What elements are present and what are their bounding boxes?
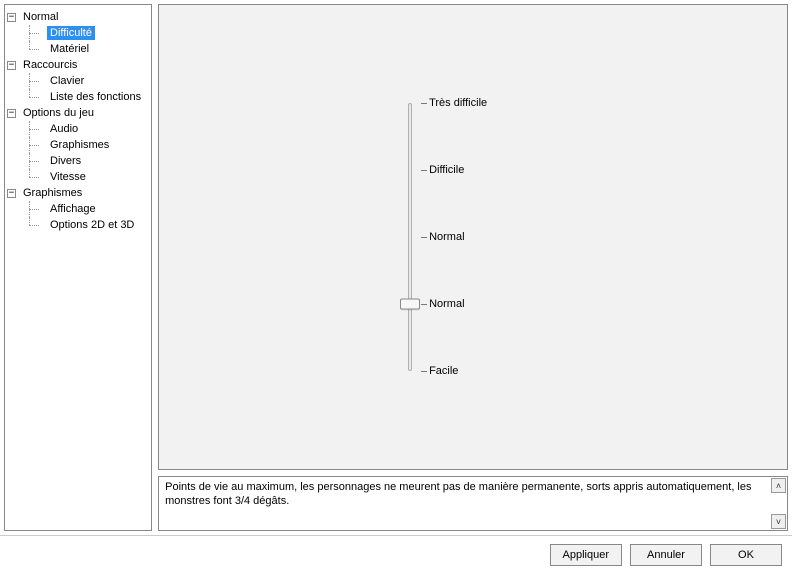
collapse-icon[interactable]: − (7, 13, 16, 22)
slider-label: Facile (429, 365, 458, 377)
tree-node-label: Options du jeu (20, 106, 97, 120)
scroll-down-icon[interactable]: ˅ (771, 514, 786, 529)
tree-node-raccourcis[interactable]: − Raccourcis (7, 57, 149, 73)
tree-node-label: Liste des fonctions (47, 90, 144, 104)
tree-node-materiel[interactable]: Matériel (7, 41, 149, 57)
difficulty-panel: Très difficile Difficile Normal Normal F… (158, 4, 788, 470)
slider-label: Difficile (429, 164, 464, 176)
tree-node-label: Vitesse (47, 170, 89, 184)
tree-node-normal[interactable]: − Normal (7, 9, 149, 25)
tree-node-vitesse[interactable]: Vitesse (7, 169, 149, 185)
description-text: Points de vie au maximum, les personnage… (159, 477, 770, 530)
tree-node-label: Options 2D et 3D (47, 218, 137, 232)
tree-node-label: Matériel (47, 42, 92, 56)
tree-node-affichage[interactable]: Affichage (7, 201, 149, 217)
tree-node-label: Difficulté (47, 26, 95, 40)
tree-node-label: Audio (47, 122, 81, 136)
options-tree[interactable]: − Normal Difficulté (4, 4, 152, 531)
collapse-icon[interactable]: − (7, 61, 16, 70)
ok-button[interactable]: OK (710, 544, 782, 566)
tree-node-liste-fonctions[interactable]: Liste des fonctions (7, 89, 149, 105)
tree-node-audio[interactable]: Audio (7, 121, 149, 137)
tree-node-label: Normal (20, 10, 61, 24)
tree-node-divers[interactable]: Divers (7, 153, 149, 169)
tree-node-label: Raccourcis (20, 58, 80, 72)
tree-node-graphismes-sub[interactable]: Graphismes (7, 137, 149, 153)
slider-thumb[interactable] (400, 299, 420, 310)
tree-node-options-jeu[interactable]: − Options du jeu (7, 105, 149, 121)
tree-node-label: Clavier (47, 74, 87, 88)
slider-label: Normal (429, 298, 464, 310)
description-panel: Points de vie au maximum, les personnage… (158, 476, 788, 531)
tree-node-label: Divers (47, 154, 84, 168)
slider-label: Très difficile (429, 97, 487, 109)
difficulty-slider[interactable] (397, 97, 423, 377)
collapse-icon[interactable]: − (7, 189, 16, 198)
tree-node-label: Graphismes (20, 186, 85, 200)
tree-node-graphismes[interactable]: − Graphismes (7, 185, 149, 201)
tree-node-label: Graphismes (47, 138, 112, 152)
tree-node-difficulte[interactable]: Difficulté (7, 25, 149, 41)
tree-node-options-2d3d[interactable]: Options 2D et 3D (7, 217, 149, 233)
slider-label: Normal (429, 231, 464, 243)
tree-node-clavier[interactable]: Clavier (7, 73, 149, 89)
scroll-up-icon[interactable]: ˄ (771, 478, 786, 493)
apply-button[interactable]: Appliquer (550, 544, 622, 566)
dialog-button-bar: Appliquer Annuler OK (0, 535, 792, 573)
cancel-button[interactable]: Annuler (630, 544, 702, 566)
collapse-icon[interactable]: − (7, 109, 16, 118)
tree-node-label: Affichage (47, 202, 99, 216)
